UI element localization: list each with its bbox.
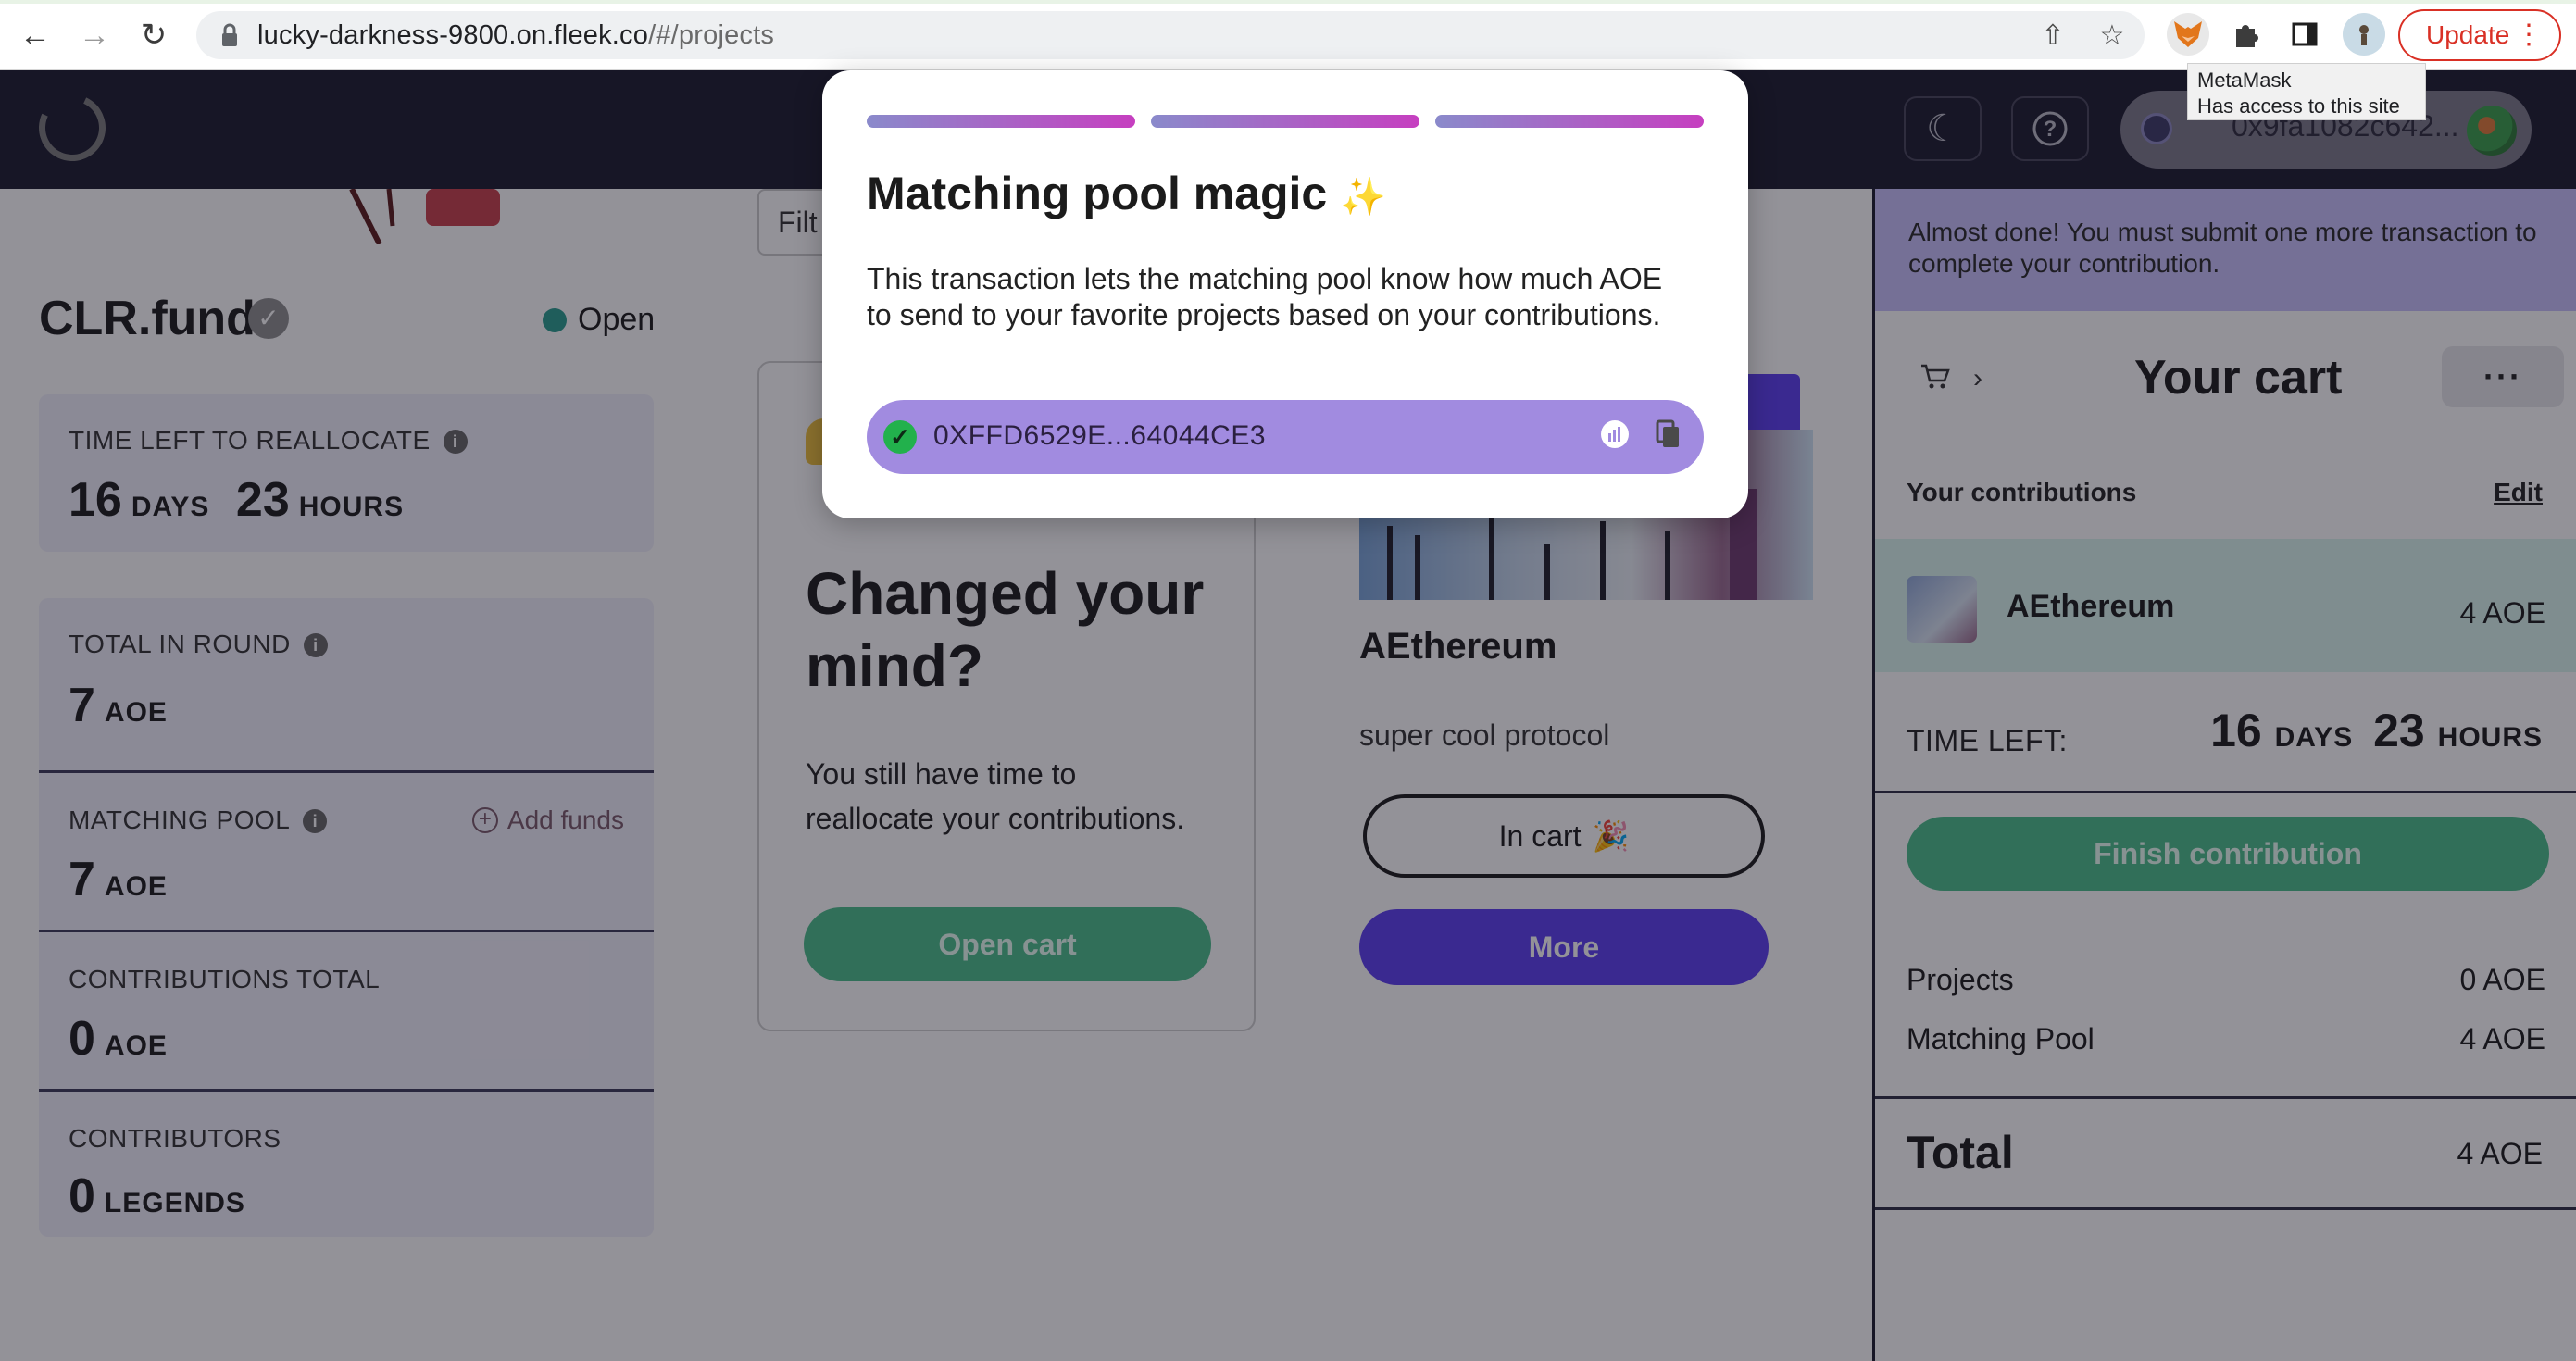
side-panel-icon[interactable] <box>2283 13 2326 56</box>
contributions-total-label: CONTRIBUTIONS TOTAL <box>69 965 381 993</box>
cart-item-name: AEthereum <box>2007 589 2175 624</box>
browser-toolbar: ← → ↻ lucky-darkness-9800.on.fleek.co/#/… <box>0 0 2576 70</box>
url-text: lucky-darkness-9800.on.fleek.co/#/projec… <box>257 20 775 50</box>
projects-row: Projects 0 AOE <box>1907 963 2545 996</box>
progress-step-1 <box>867 115 1135 128</box>
matching-pool-label: MATCHING POOL i <box>69 805 328 835</box>
status-label: Open <box>578 302 656 337</box>
add-funds-button[interactable]: + Add funds <box>471 805 624 835</box>
transaction-hash[interactable]: 0XFFD6529E...64044CE3 <box>933 420 1266 452</box>
dark-mode-moon-icon[interactable]: ☾ <box>1904 96 1982 161</box>
profile-avatar-icon[interactable] <box>2343 13 2385 56</box>
chevron-right-icon[interactable]: › <box>1973 363 1982 394</box>
tooltip-text: Has access to this site <box>2197 94 2400 118</box>
wallet-avatar <box>2467 106 2517 156</box>
forward-icon[interactable]: → <box>76 17 113 54</box>
round-stats: TOTAL IN ROUND i 7 AOE MATCHING POOL i + Add… <box>39 598 654 1237</box>
open-cart-button[interactable]: Open cart <box>804 907 1211 981</box>
time-left-box: TIME LEFT TO REALLOCATE i 16 DAYS 23 HOURS <box>39 394 654 552</box>
info-icon[interactable]: i <box>303 809 328 833</box>
cart-item[interactable]: AEthereum 4 AOE <box>1875 539 2576 672</box>
cart-icon[interactable] <box>1919 363 1951 399</box>
toolbar-accent-line <box>0 0 2576 4</box>
update-button[interactable]: Update ⋮ <box>2398 9 2561 61</box>
tooltip-title: MetaMask <box>2197 69 2292 92</box>
help-icon[interactable]: ? <box>2011 96 2089 161</box>
network-icon <box>2141 113 2172 144</box>
time-left-label: TIME LEFT TO REALLOCATE i <box>69 426 468 456</box>
more-button[interactable]: More <box>1359 909 1769 985</box>
stats-divider <box>39 930 654 932</box>
progress-step-2 <box>1151 115 1419 128</box>
stats-divider <box>39 770 654 773</box>
edit-link[interactable]: Edit <box>2494 478 2543 507</box>
copy-icon[interactable] <box>1650 418 1687 456</box>
check-circle-icon: ✓ <box>883 420 917 454</box>
cart-divider <box>1875 1207 2576 1210</box>
project-title[interactable]: AEthereum <box>1359 626 1557 668</box>
finish-contribution-button[interactable]: Finish contribution <box>1907 817 2549 891</box>
contributions-heading: Your contributions <box>1907 478 2137 506</box>
cart-panel: Almost done! You must submit one more tr… <box>1872 189 2576 1361</box>
total-in-round-label: TOTAL IN ROUND i <box>69 630 328 659</box>
svg-text:?: ? <box>2044 117 2057 142</box>
cart-divider <box>1875 791 2576 793</box>
block-explorer-icon[interactable] <box>1596 418 1633 456</box>
in-cart-button[interactable]: In cart 🎉 <box>1363 794 1765 878</box>
bookmark-star-icon[interactable]: ☆ <box>2098 22 2126 50</box>
share-icon[interactable]: ⇧ <box>2039 22 2067 50</box>
cart-time-left-value: 16 DAYS 23 HOURS <box>2210 705 2543 756</box>
info-icon[interactable]: i <box>303 633 328 657</box>
back-icon[interactable]: ← <box>17 17 54 54</box>
metamask-tooltip: MetaMask Has access to this site <box>2187 63 2426 120</box>
cart-divider <box>1875 1096 2576 1099</box>
extensions-puzzle-icon[interactable] <box>2224 13 2267 56</box>
modal-description: This transaction lets the matching pool … <box>867 262 1663 331</box>
cart-notice: Almost done! You must submit one more tr… <box>1875 189 2576 311</box>
cart-total-value: 4 AOE <box>2457 1137 2544 1170</box>
matching-pool-value: 7 AOE <box>69 853 168 906</box>
decorative-illustration <box>349 189 500 244</box>
reload-icon[interactable]: ↻ <box>135 17 172 54</box>
cart-title: Your cart <box>2134 351 2343 405</box>
card-title: Changed your mind? <box>806 560 1205 699</box>
info-icon[interactable]: i <box>443 430 468 454</box>
time-left-value: 16 DAYS 23 HOURS <box>69 473 405 527</box>
matching-pool-row: Matching Pool 4 AOE <box>1907 1022 2545 1055</box>
cart-item-amount[interactable]: 4 AOE <box>2460 596 2546 631</box>
metamask-fox-icon[interactable] <box>2167 13 2209 56</box>
card-text: You still have time to reallocate your c… <box>806 757 1185 835</box>
sparkles-icon: ✨ <box>1340 177 1386 218</box>
status-dot-icon <box>543 307 567 332</box>
contributors-value: 0 LEGENDS <box>69 1169 245 1223</box>
project-thumbnail <box>1907 576 1977 643</box>
browser-menu-icon[interactable]: ⋮ <box>2515 19 2543 51</box>
contributions-total-value: 0 AOE <box>69 1012 168 1066</box>
plus-circle-icon: + <box>471 807 498 833</box>
cart-total-label: Total <box>1907 1127 2014 1179</box>
project-description: super cool protocol <box>1359 718 1610 752</box>
matching-pool-modal: Matching pool magic ✨ This transaction l… <box>822 70 1748 518</box>
cart-time-left-label: TIME LEFT: <box>1907 724 2068 757</box>
fund-title: CLR.fund <box>39 292 256 345</box>
total-in-round-value: 7 AOE <box>69 679 168 732</box>
stats-divider <box>39 1089 654 1092</box>
modal-title: Matching pool magic ✨ <box>867 168 1386 219</box>
app-logo-icon[interactable] <box>29 84 116 171</box>
progress-step-3 <box>1435 115 1704 128</box>
party-popper-icon: 🎉 <box>1592 819 1630 853</box>
verified-badge-icon: ✓ <box>248 298 289 339</box>
lock-icon <box>222 23 237 46</box>
address-bar[interactable]: lucky-darkness-9800.on.fleek.co/#/projec… <box>196 11 2145 59</box>
transaction-bar: ✓ 0XFFD6529E...64044CE3 <box>867 400 1704 474</box>
round-status: Open <box>543 302 655 338</box>
cart-menu-button[interactable]: ··· <box>2442 346 2564 407</box>
contributors-label: CONTRIBUTORS <box>69 1124 281 1153</box>
